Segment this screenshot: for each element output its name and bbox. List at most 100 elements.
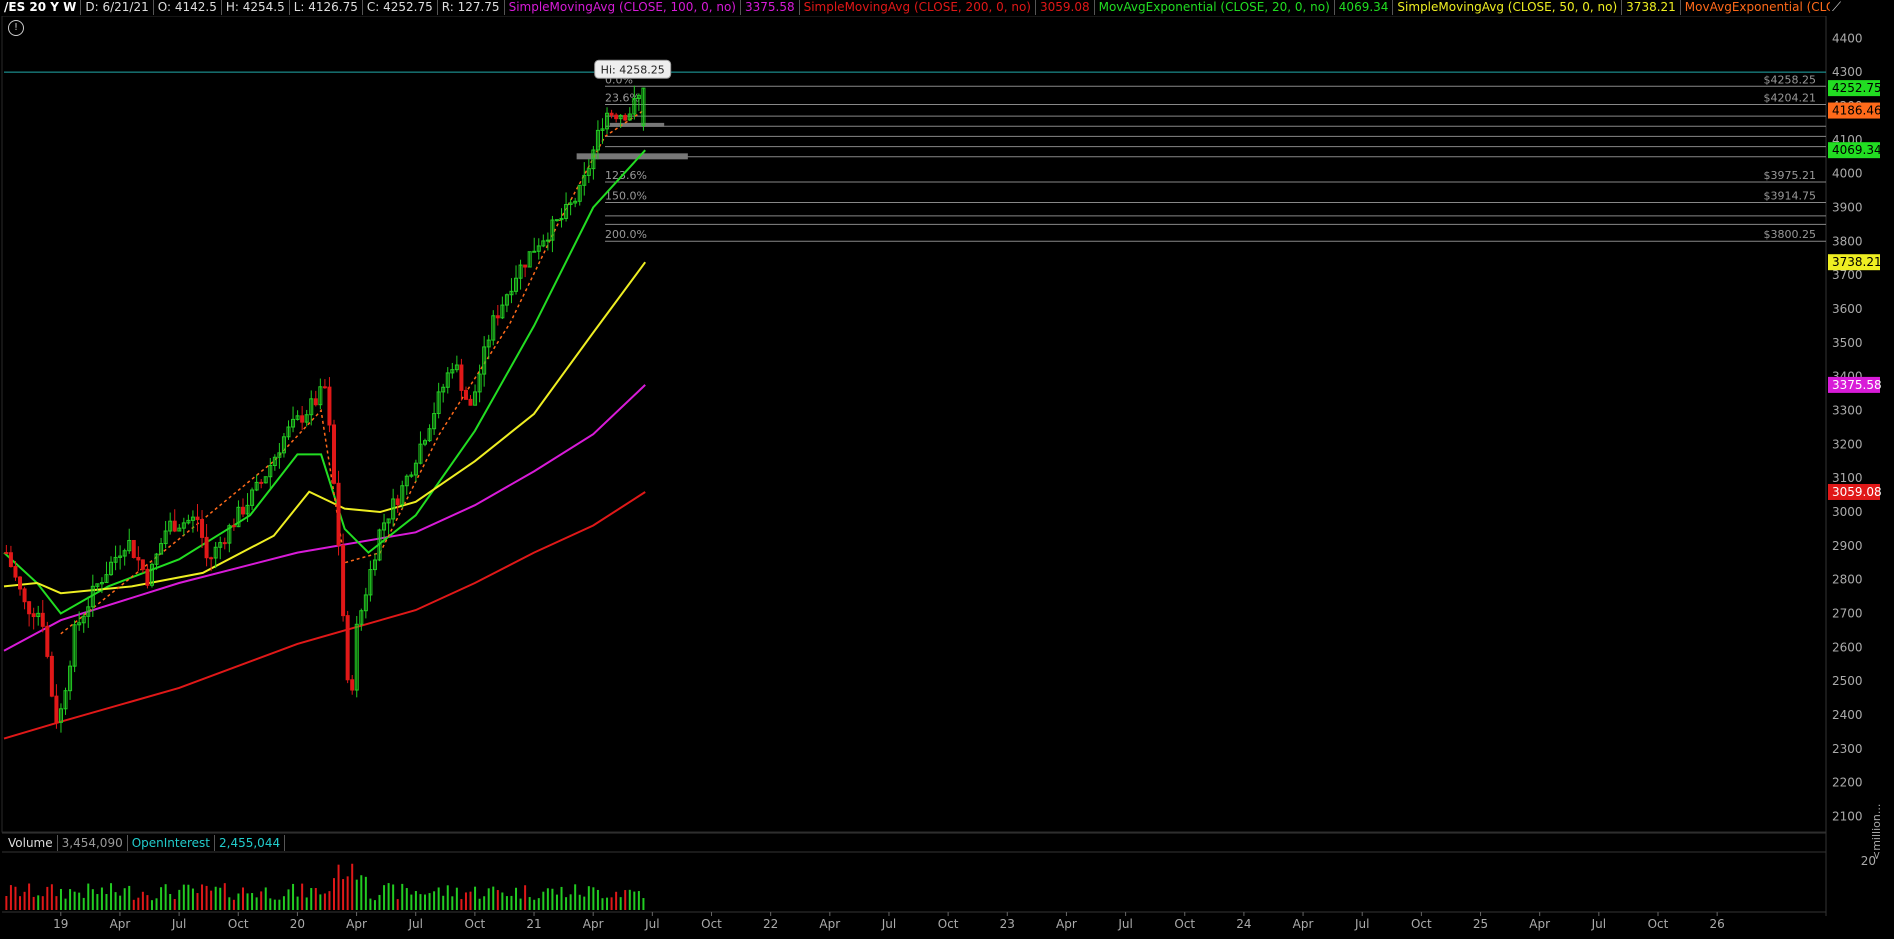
study-label[interactable]: MovAvgExponential (CLOSE, 20, 0, no) [1095, 0, 1335, 15]
candle-body [172, 520, 177, 532]
candle-body [523, 264, 528, 268]
price-tick-label: 3000 [1832, 505, 1863, 519]
volume-header: Volume 3,454,090 OpenInterest 2,455,044 [4, 835, 286, 851]
symbol-label[interactable]: /ES 20 Y W [0, 0, 82, 15]
time-tick-label: 20 [290, 917, 305, 931]
candle-body [4, 552, 9, 555]
price-tick-label: 3600 [1832, 302, 1863, 316]
candle-body [554, 219, 559, 222]
candle-body [200, 519, 205, 538]
candle-body [614, 114, 619, 120]
high-tooltip: Hi: 4258.25 [594, 59, 672, 79]
price-bubble-label: 4186.46 [1832, 104, 1882, 118]
time-tick-label: Jul [171, 917, 186, 931]
drawing-tool-icon[interactable]: ⟋ [1832, 0, 1852, 15]
time-tick-label: 21 [526, 917, 541, 931]
chart-canvas[interactable]: 0.0% $4258.2523.6% $4204.21123.6% $3975.211… [0, 0, 1894, 939]
time-axis: 19 Apr Jul Oct 20 Apr Jul Oct 21 Apr Jul Oct 22 Apr Ju… [53, 912, 1725, 931]
candle-body [13, 566, 18, 578]
candle-body [459, 364, 464, 391]
candle-body [145, 568, 150, 586]
candle-body [609, 112, 614, 116]
candle-body [300, 415, 305, 423]
candle-body [468, 398, 473, 406]
candle-body [259, 481, 264, 484]
price-tick-label: 4300 [1832, 65, 1863, 79]
price-tick-label: 3100 [1832, 471, 1863, 485]
price-tick-label: 2400 [1832, 708, 1863, 722]
open-interest-value: 2,455,044 [215, 835, 286, 851]
main-panel-border [1, 15, 1827, 833]
price-bubble-label: 3059.08 [1832, 485, 1882, 499]
price-tick-label: 3500 [1832, 336, 1863, 350]
candle-body [136, 556, 141, 561]
time-tick-label: Jul [644, 917, 659, 931]
time-tick-label: 24 [1236, 917, 1251, 931]
moving-average-line [3, 261, 647, 595]
study-value: 3059.08 [1036, 0, 1095, 15]
bar-high: H: 4254.5 [222, 0, 290, 15]
time-tick-label: Jul [1117, 917, 1132, 931]
study-label[interactable]: SimpleMovingAvg (CLOSE, 200, 0, no) [800, 0, 1036, 15]
open-interest-label[interactable]: OpenInterest [128, 835, 216, 851]
time-tick-label: 19 [53, 917, 68, 931]
study-label[interactable]: MovAvgExponential (CLOSE, 8, 0,... [1681, 0, 1830, 15]
candle-body [204, 536, 209, 559]
fib-price-label: $3975.21 [1764, 169, 1817, 182]
time-tick-label: 22 [763, 917, 778, 931]
time-tick-label: 25 [1473, 917, 1488, 931]
volume-bars: 20 [5, 854, 1876, 910]
time-tick-label: Jul [1591, 917, 1606, 931]
moving-average-line [60, 108, 646, 635]
study-label[interactable]: SimpleMovingAvg (CLOSE, 100, 0, no) [505, 0, 741, 15]
price-tick-label: 4000 [1832, 167, 1863, 181]
candle-body [331, 424, 336, 484]
price-bubble-label: 3738.21 [1832, 255, 1882, 269]
time-tick-label: Apr [583, 917, 604, 931]
candle-body [31, 613, 36, 618]
candle-body [350, 679, 355, 691]
study-value: 3375.58 [741, 0, 800, 15]
candle-body [222, 542, 227, 545]
bar-low: L: 4126.75 [290, 0, 363, 15]
time-tick-label: Jul [881, 917, 896, 931]
price-tick-label: 3200 [1832, 437, 1863, 451]
time-tick-label: Apr [819, 917, 840, 931]
candle-body [341, 544, 346, 617]
volume-label[interactable]: Volume [4, 835, 58, 851]
price-tick-label: 2700 [1832, 606, 1863, 620]
time-tick-label: Jul [407, 917, 422, 931]
time-tick-label: Oct [1648, 917, 1669, 931]
time-tick-label: Apr [110, 917, 131, 931]
info-icon[interactable]: ! [8, 20, 24, 36]
candle-body [322, 386, 327, 389]
price-tick-label: 4400 [1832, 31, 1863, 45]
fib-price-label: $4258.25 [1764, 73, 1817, 86]
candle-body [336, 482, 341, 546]
price-tick-label: 2500 [1832, 674, 1863, 688]
candle-body [18, 576, 23, 590]
time-tick-label: Jul [1354, 917, 1369, 931]
candle-body [623, 114, 628, 121]
price-tick-label: 3700 [1832, 268, 1863, 282]
candle-body [54, 695, 59, 723]
candle-body [345, 615, 350, 681]
price-tick-label: 2900 [1832, 539, 1863, 553]
study-label[interactable]: SimpleMovingAvg (CLOSE, 50, 0, no) [1393, 0, 1623, 15]
candle-body [40, 612, 45, 627]
fib-level-label: 200.0% [605, 228, 647, 241]
candle-body [195, 516, 200, 521]
candle-body [131, 539, 136, 558]
fib-level-label: 150.0% [605, 189, 647, 202]
fib-price-label: $3800.25 [1764, 228, 1817, 241]
bar-open: O: 4142.5 [154, 0, 222, 15]
bar-date: D: 6/21/21 [81, 0, 154, 15]
price-tick-label: 2800 [1832, 573, 1863, 587]
study-value: 3738.21 [1622, 0, 1681, 15]
candle-body [395, 498, 400, 506]
candle-body [545, 239, 550, 242]
time-tick-label: Apr [346, 917, 367, 931]
price-bubble-label: 4252.75 [1832, 81, 1882, 95]
chart-frame [1, 0, 1827, 916]
fibonacci-levels: 0.0% $4258.2523.6% $4204.21123.6% $3975.211… [576, 73, 1826, 242]
